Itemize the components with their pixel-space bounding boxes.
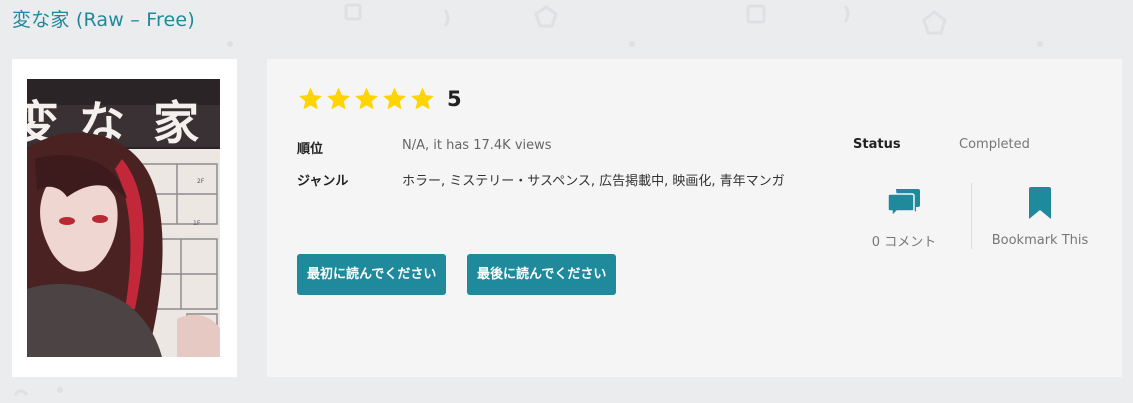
cover-illustration: 変 な 家 2F 1F (27, 79, 220, 357)
rank-label: 順位 (297, 142, 324, 157)
star-icon (299, 87, 322, 110)
svg-text:2F: 2F (197, 178, 205, 185)
rating-value: 5 (447, 87, 462, 111)
status-label: Status (853, 137, 901, 152)
status-value: Completed (959, 137, 1030, 152)
comments-button[interactable]: 0 コメント (871, 187, 937, 250)
cover-image: 変 な 家 2F 1F (27, 79, 220, 357)
page-title[interactable]: 変な家 (Raw – Free) (12, 5, 195, 32)
genre-label: ジャンル (297, 174, 349, 189)
svg-text:1F: 1F (193, 220, 201, 227)
comments-icon (887, 189, 920, 218)
svg-text:家: 家 (153, 96, 199, 150)
bookmark-button[interactable]: Bookmark This (988, 187, 1092, 248)
bookmark-label: Bookmark This (991, 233, 1089, 248)
comments-label: 0 コメント (871, 235, 937, 250)
star-icon (411, 87, 434, 110)
star-icon (327, 87, 350, 110)
rating: 5 (297, 86, 462, 112)
rating-stars (297, 86, 437, 112)
read-last-button[interactable]: 最後に読んでください (467, 254, 617, 295)
cover-card: 変 な 家 2F 1F (12, 59, 237, 377)
info-panel: 5 順位 N/A, it has 17.4K views ジャンル ホラー, ミ… (267, 59, 1122, 377)
genre-list[interactable]: ホラー, ミステリー・サスペンス, 広告掲載中, 映画化, 青年マンガ (402, 170, 785, 189)
rank-value: N/A, it has 17.4K views (402, 138, 552, 153)
bookmark-icon (1029, 187, 1051, 219)
star-icon (355, 87, 378, 110)
read-first-button[interactable]: 最初に読んでください (297, 254, 447, 295)
star-icon (383, 87, 406, 110)
actions-divider (971, 183, 972, 249)
